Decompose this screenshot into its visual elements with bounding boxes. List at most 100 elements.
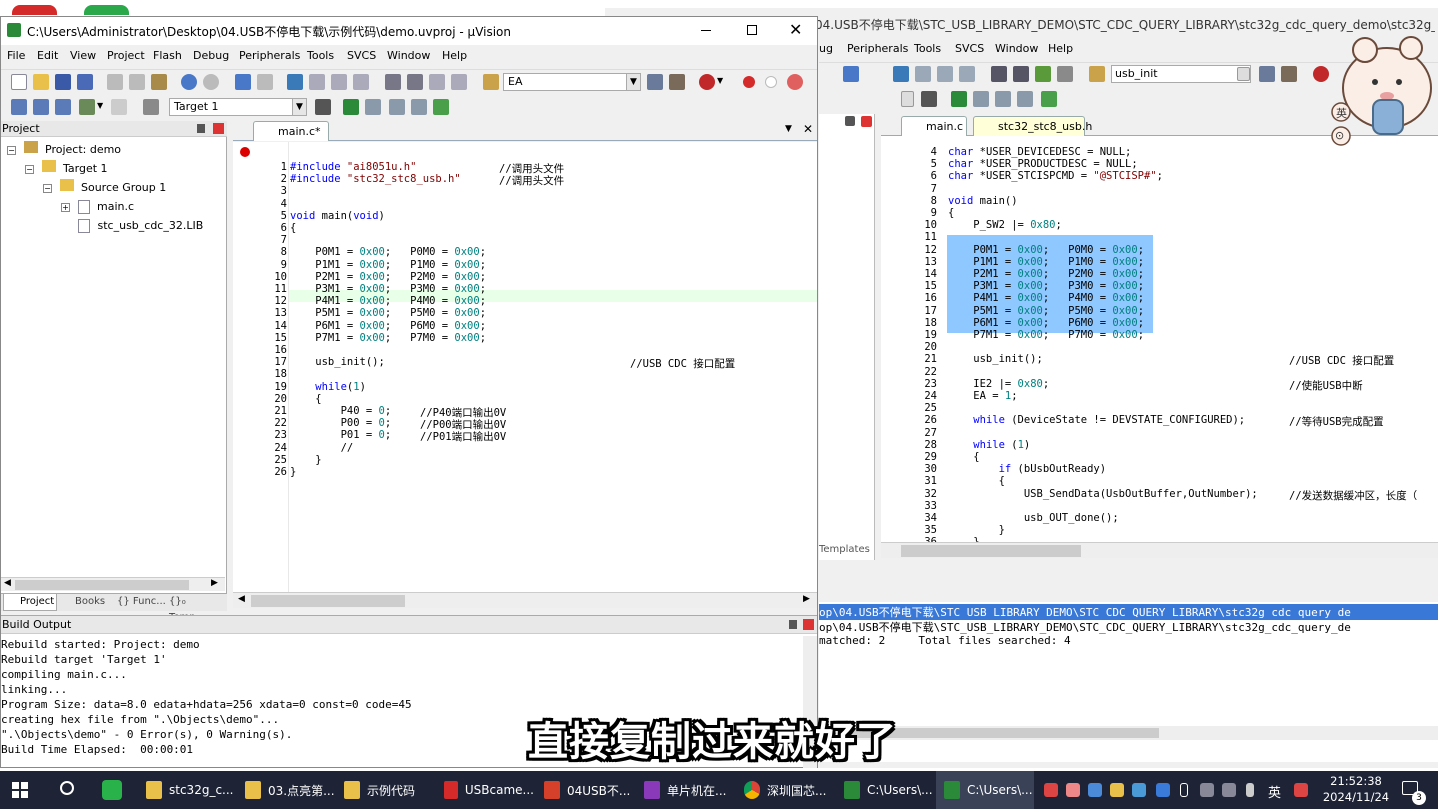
menu-edit[interactable]: Edit (37, 47, 58, 65)
project-close-icon[interactable] (213, 123, 224, 134)
tab-books[interactable]: Books (59, 594, 111, 611)
batch-build-icon[interactable] (79, 99, 95, 115)
outdent-icon[interactable] (407, 74, 423, 90)
nav-back-icon[interactable] (235, 74, 251, 90)
tray-search-icon[interactable] (1110, 783, 1124, 797)
tray-language[interactable]: 英 (1268, 782, 1281, 801)
maximize-icon[interactable] (747, 25, 757, 35)
bg-menu-debug[interactable]: ug (819, 40, 833, 58)
tree-collapse-icon[interactable]: − (7, 146, 16, 155)
menu-tools[interactable]: Tools (307, 47, 334, 65)
save-all-icon[interactable] (77, 74, 93, 90)
project-hscroll[interactable]: ◀ ▶ (1, 577, 225, 591)
bg-side-pin-icon[interactable] (845, 116, 855, 126)
taskbar-item-2[interactable]: 03.点亮第... (237, 771, 335, 809)
minimize-icon[interactable] (701, 30, 711, 31)
find-in-files-icon[interactable] (483, 74, 499, 90)
bg-find-dropdown-icon[interactable] (1237, 67, 1250, 81)
bg-dropdown-icon[interactable] (901, 91, 914, 107)
bg-menu-svcs[interactable]: SVCS (955, 40, 984, 58)
stop-build-icon[interactable] (111, 99, 127, 115)
tab-functions[interactable]: {} Func... (113, 594, 167, 611)
bg-menu-peripherals[interactable]: Peripherals (847, 40, 908, 58)
bg-find-hscroll[interactable] (819, 726, 1438, 740)
tray-app-3-icon[interactable] (1088, 783, 1102, 797)
bg-arrow-icon[interactable] (1017, 91, 1033, 107)
rebuild-icon[interactable] (55, 99, 71, 115)
bg-comment-icon[interactable] (1035, 66, 1051, 82)
start-debug-icon[interactable] (699, 74, 715, 90)
bg-find-line-2[interactable]: op\04.USB不停电下载\STC_USB_LIBRARY_DEMO\STC_… (819, 619, 1351, 635)
menu-peripherals[interactable]: Peripherals (239, 47, 300, 65)
tree-file-lib[interactable]: stc_usb_cdc_32.LIB (74, 217, 203, 235)
bg-menu-tools[interactable]: Tools (914, 40, 941, 58)
tree-target[interactable]: − Target 1 (25, 160, 108, 178)
taskbar-item-6[interactable]: 单片机在... (636, 771, 734, 809)
manage-components-icon[interactable] (343, 99, 359, 115)
scroll-left-icon[interactable]: ◀ (4, 578, 11, 588)
project-hscroll-thumb[interactable] (15, 580, 189, 590)
bg-menu-help[interactable]: Help (1048, 40, 1073, 58)
taskbar-item-3[interactable]: 示例代码 (336, 771, 434, 809)
build-icon[interactable] (33, 99, 49, 115)
taskbar-item-4[interactable]: USBcame... (436, 771, 534, 809)
bg-bookmark-prev-icon[interactable] (915, 66, 931, 82)
batch-dropdown-chevron-icon[interactable]: ▼ (97, 101, 103, 110)
tree-collapse-icon[interactable]: − (43, 184, 52, 193)
tray-app-4-icon[interactable] (1294, 783, 1308, 797)
bg-uncomment-icon[interactable] (1057, 66, 1073, 82)
bg-manage-icon[interactable] (951, 91, 967, 107)
taskbar-item-8[interactable]: C:\Users\... (836, 771, 934, 809)
bg-find-line-1[interactable]: op\04.USB不停电下载\STC USB LIBRARY DEMO\STC … (819, 604, 1438, 620)
menu-file[interactable]: File (7, 47, 25, 65)
bg-outdent-icon[interactable] (1013, 66, 1029, 82)
tray-network-icon[interactable] (1200, 783, 1214, 797)
bookmark-next-icon[interactable] (331, 74, 347, 90)
menu-flash[interactable]: Flash (153, 47, 182, 65)
translate-icon[interactable] (11, 99, 27, 115)
file-extensions-icon[interactable] (365, 99, 381, 115)
taskbar-item-9[interactable]: C:\Users\... (936, 771, 1034, 809)
editor-hscroll[interactable]: ◀ ▶ (233, 592, 817, 608)
bg-bookmark-icon[interactable] (893, 66, 909, 82)
bg-tab-main-c[interactable]: main.c (901, 116, 967, 136)
target-options-icon[interactable] (315, 99, 331, 115)
close-icon[interactable]: ✕ (789, 20, 802, 40)
bg-hscroll[interactable] (881, 542, 1438, 558)
tray-bluetooth-icon[interactable] (1156, 783, 1170, 797)
tray-app-2-icon[interactable] (1066, 783, 1080, 797)
tray-app-1-icon[interactable] (1044, 783, 1058, 797)
code-editor[interactable]: 1 #include "ai8051u.h" //调用头文件 2 #include "s… (233, 142, 817, 594)
menu-window[interactable]: Window (387, 47, 430, 65)
bg-menu-window[interactable]: Window (995, 40, 1038, 58)
undo-icon[interactable] (181, 74, 197, 90)
new-file-icon[interactable] (11, 74, 27, 90)
bg-find-input[interactable]: usb_init (1111, 65, 1251, 83)
taskbar-item-7[interactable]: 深圳国芯... (736, 771, 834, 809)
project-pin-icon[interactable] (197, 124, 205, 133)
wechat-icon[interactable] (102, 780, 122, 800)
bg-code-editor[interactable]: 4 char *USER_DEVICEDESC = NULL; 5 char *USE… (881, 136, 1438, 542)
bg-options-icon[interactable] (921, 91, 937, 107)
cut-icon[interactable] (107, 74, 123, 90)
menu-svcs[interactable]: SVCS (347, 47, 376, 65)
bg-tools-icon[interactable] (1281, 66, 1297, 82)
tree-project[interactable]: − Project: demo (7, 141, 121, 159)
menu-debug[interactable]: Debug (193, 47, 229, 65)
editor-hscroll-thumb[interactable] (251, 595, 405, 607)
nav-forward-icon[interactable] (257, 74, 273, 90)
bg-tab-usb-h[interactable]: stc32_stc8_usb.h (973, 116, 1092, 136)
build-output-close-icon[interactable] (803, 619, 814, 630)
pack-installer-icon[interactable] (433, 99, 449, 115)
breakpoint-marker-icon[interactable] (240, 147, 250, 157)
bookmark-icon[interactable] (287, 74, 303, 90)
disable-breakpoint-icon[interactable] (765, 76, 777, 88)
windows-start-icon[interactable] (12, 782, 28, 798)
breakpoint-icon[interactable] (743, 76, 755, 88)
tray-battery-icon[interactable] (1180, 783, 1188, 797)
indent-icon[interactable] (385, 74, 401, 90)
tree-collapse-icon[interactable]: − (25, 165, 34, 174)
menu-help[interactable]: Help (442, 47, 467, 65)
bg-pack-icon[interactable] (1041, 91, 1057, 107)
bg-indent-icon[interactable] (991, 66, 1007, 82)
